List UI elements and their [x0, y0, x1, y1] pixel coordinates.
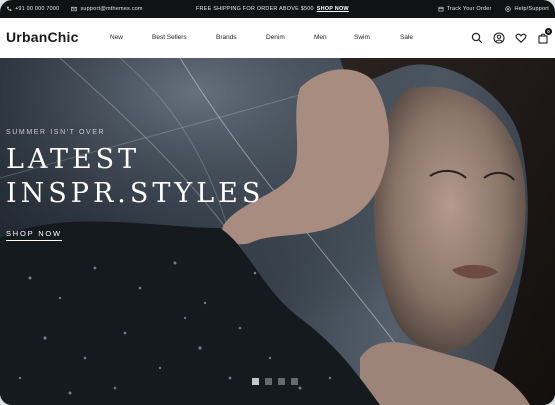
mail-icon	[71, 6, 78, 12]
email-address: support@mthemes.com	[80, 6, 143, 12]
slider-dot-1[interactable]	[252, 378, 259, 385]
header-actions: 0	[471, 28, 552, 44]
hero-banner: SUMMER ISN'T OVER LATEST INSPR.STYLES SH…	[0, 58, 555, 405]
phone-number: +91 00 000 7000	[15, 6, 60, 12]
hero-title: LATEST INSPR.STYLES	[6, 143, 264, 211]
help-support-label: Help/Support	[514, 6, 549, 12]
promo-banner: FREE SHIPPING FOR ORDER ABOVE $500 SHOP …	[196, 0, 349, 18]
nav-item-denim[interactable]: Denim	[266, 34, 285, 41]
hero-title-line-2: INSPR.STYLES	[6, 178, 265, 209]
slider-pagination	[252, 378, 298, 385]
slider-dot-2[interactable]	[265, 378, 272, 385]
hero-eyebrow: SUMMER ISN'T OVER	[6, 129, 106, 136]
slider-dot-4[interactable]	[291, 378, 298, 385]
phone-icon	[7, 6, 12, 11]
cart-button[interactable]: 0	[537, 28, 552, 44]
hero-image	[0, 58, 555, 405]
slider-dot-3[interactable]	[278, 378, 285, 385]
phone-contact[interactable]: +91 00 000 7000	[6, 6, 59, 12]
help-support-link[interactable]: Help/Support	[505, 6, 549, 12]
help-icon	[505, 6, 512, 12]
browser-frame: +91 00 000 7000 support@mthemes.com FREE…	[0, 0, 555, 405]
email-contact[interactable]: support@mthemes.com	[71, 6, 143, 12]
search-icon	[471, 32, 483, 44]
promo-shop-now-link[interactable]: SHOP NOW	[317, 6, 349, 12]
nav-item-new[interactable]: New	[110, 34, 123, 41]
top-bar: +91 00 000 7000 support@mthemes.com FREE…	[0, 0, 555, 18]
track-order-label: Track Your Order	[446, 6, 492, 12]
top-bar-contacts: +91 00 000 7000 support@mthemes.com	[6, 0, 143, 18]
nav-item-best-sellers[interactable]: Best Sellers	[152, 34, 187, 41]
user-icon	[493, 32, 505, 44]
nav-item-brands[interactable]: Brands	[216, 34, 237, 41]
wishlist-button[interactable]	[515, 31, 527, 44]
search-button[interactable]	[471, 31, 483, 44]
nav-item-swim[interactable]: Swim	[354, 34, 370, 41]
cart-count-badge: 0	[545, 28, 552, 35]
shop-now-button[interactable]: SHOP NOW	[6, 229, 62, 241]
top-bar-links: Track Your Order Help/Support	[438, 0, 549, 18]
nav-item-sale[interactable]: Sale	[400, 34, 413, 41]
promo-text: FREE SHIPPING FOR ORDER ABOVE $500	[196, 6, 314, 12]
nav-item-men[interactable]: Men	[314, 34, 327, 41]
main-header: UrbanChic New Best Sellers Brands Denim …	[0, 18, 555, 59]
hero-title-line-1: LATEST	[6, 144, 141, 175]
account-button[interactable]	[493, 31, 505, 44]
track-order-link[interactable]: Track Your Order	[438, 6, 492, 12]
heart-icon	[515, 33, 527, 44]
box-icon	[438, 6, 444, 12]
